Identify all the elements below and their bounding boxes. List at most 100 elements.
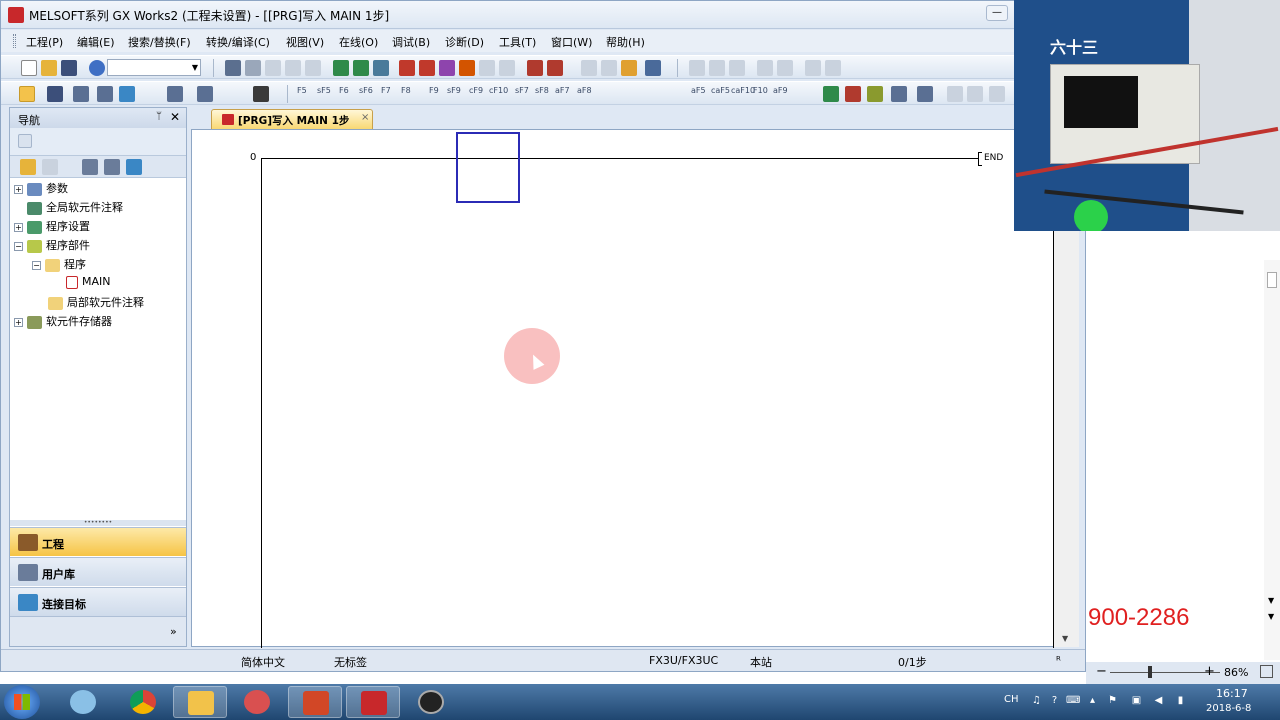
compile-icon[interactable] (333, 60, 349, 76)
tree-item-parameters[interactable]: + 参数 (14, 180, 68, 198)
expand-icon[interactable]: + (14, 184, 23, 194)
background-scrollbar[interactable]: ▼ ▼ (1264, 260, 1280, 660)
menu-diagnostics[interactable]: 诊断(D) (445, 34, 484, 50)
inline-st-label[interactable]: aF9 (773, 86, 788, 95)
device-test-icon[interactable] (547, 60, 563, 76)
compile-all-icon[interactable] (353, 60, 369, 76)
taskbar-camera[interactable] (404, 686, 458, 718)
menu-convert-compile[interactable]: 转换/编译(C) (206, 34, 270, 50)
menu-grip[interactable] (13, 34, 16, 48)
open-folder-icon[interactable] (41, 60, 57, 76)
delete-data-icon[interactable] (42, 159, 58, 175)
end-instruction[interactable]: END (978, 152, 1004, 166)
close-contact-label[interactable]: F6 (339, 86, 349, 95)
tree-item-main[interactable]: MAIN (66, 275, 111, 293)
network-icon[interactable]: ▣ (1130, 694, 1143, 707)
tree-item-program[interactable]: − 程序 (32, 256, 86, 274)
taskbar-chrome[interactable] (116, 686, 170, 718)
ladder-editor[interactable]: 0 END (191, 129, 1079, 648)
title-bar[interactable]: MELSOFT系列 GX Works2 (工程未设置) - [[PRG]写入 M… (1, 1, 1085, 29)
taskbar-gx-works2[interactable] (346, 686, 400, 718)
vline-delete-label[interactable]: cF9 (469, 86, 483, 95)
note-icon[interactable] (777, 60, 793, 76)
more-icon[interactable]: » (170, 625, 177, 638)
line-draw-label[interactable]: cF10 (489, 86, 508, 95)
tree-item-local-comment[interactable]: 局部软元件注释 (48, 294, 144, 312)
menu-window[interactable]: 窗口(W) (551, 34, 592, 50)
comment-icon[interactable] (729, 60, 745, 76)
help-icon[interactable]: ? (1048, 694, 1061, 707)
project-combo[interactable]: ▼ (107, 59, 201, 76)
nav-button-project[interactable]: 工程 (10, 527, 186, 556)
undo-icon[interactable] (285, 60, 301, 76)
open-icon[interactable] (104, 159, 120, 175)
coil-label[interactable]: F7 (381, 86, 391, 95)
ladder-tool-icon[interactable] (891, 86, 907, 102)
menu-online[interactable]: 在线(O) (339, 34, 378, 50)
hline-label[interactable]: F9 (429, 86, 439, 95)
menu-help[interactable]: 帮助(H) (606, 34, 645, 50)
minimize-button[interactable]: — (986, 5, 1008, 21)
taskbar-powerpoint[interactable] (288, 686, 342, 718)
ladder-tool-icon[interactable] (867, 86, 883, 102)
pulse-rising-label[interactable]: aF5 (691, 86, 706, 95)
scroll-thumb[interactable] (1267, 272, 1277, 288)
scroll-down-icon[interactable]: ▼ (1062, 634, 1068, 643)
ladder-tool-icon[interactable] (823, 86, 839, 102)
convert-icon[interactable] (373, 60, 389, 76)
ladder-tool-icon[interactable] (989, 86, 1005, 102)
volume-icon[interactable]: ◀ (1152, 694, 1165, 707)
ladder-cursor[interactable] (456, 132, 520, 203)
ladder-view-icon[interactable] (47, 86, 63, 102)
hline-delete-label[interactable]: sF9 (447, 86, 461, 95)
new-file-icon[interactable] (21, 60, 37, 76)
start-button[interactable] (4, 685, 40, 719)
parallel-falling-label[interactable]: aF8 (577, 86, 592, 95)
parallel-open-contact-label[interactable]: sF5 (317, 86, 331, 95)
statement-icon[interactable] (757, 60, 773, 76)
sort-icon[interactable] (126, 159, 142, 175)
tab-close-icon[interactable]: × (361, 112, 369, 123)
expand-icon[interactable]: + (14, 317, 23, 327)
parallel-close-contact-label[interactable]: sF6 (359, 86, 373, 95)
navigation-icon[interactable] (19, 86, 35, 102)
simulate-icon[interactable] (621, 60, 637, 76)
menu-tools[interactable]: 工具(T) (499, 34, 536, 50)
display-icon[interactable] (825, 60, 841, 76)
falling-edge-label[interactable]: sF8 (535, 86, 549, 95)
sfc-view-icon[interactable] (97, 86, 113, 102)
scroll-down-icon[interactable]: ▼ (1268, 596, 1274, 605)
write-plc-icon[interactable] (399, 60, 415, 76)
monitor-write-icon[interactable] (499, 60, 515, 76)
zoom-slider-thumb[interactable] (1148, 666, 1152, 678)
nav-button-user-library[interactable]: 用户库 (10, 557, 186, 586)
pin-icon[interactable]: ᛘ (156, 111, 162, 122)
collapse-icon[interactable]: − (14, 241, 23, 251)
ladder-tool-icon[interactable] (967, 86, 983, 102)
write-mode-icon[interactable] (253, 86, 269, 102)
window-layout-icon[interactable] (645, 60, 661, 76)
clock-time[interactable]: 16:17 (1216, 687, 1248, 700)
paste-icon[interactable] (265, 60, 281, 76)
expand-icon[interactable]: + (14, 222, 23, 232)
device-list-icon[interactable] (119, 86, 135, 102)
find-icon[interactable] (167, 86, 183, 102)
clock-date[interactable]: 2018-6-8 (1206, 703, 1251, 714)
fit-page-icon[interactable] (1260, 665, 1273, 678)
save-icon[interactable] (61, 60, 77, 76)
taskbar-explorer[interactable] (173, 686, 227, 718)
ime-icon[interactable]: ♫ (1030, 694, 1043, 707)
show-hidden-icons[interactable]: ▴ (1086, 694, 1099, 707)
scroll-page-down-icon[interactable]: ▼ (1268, 612, 1274, 621)
ladder-tool-icon[interactable] (845, 86, 861, 102)
menu-debug[interactable]: 调试(B) (392, 34, 430, 50)
tree-item-global-comment[interactable]: 全局软元件注释 (27, 199, 123, 217)
tree-item-device-memory[interactable]: + 软元件存储器 (14, 313, 112, 331)
signal-icon[interactable]: ▮ (1174, 694, 1187, 707)
read-mode-icon[interactable] (197, 86, 213, 102)
menu-project[interactable]: 工程(P) (26, 34, 63, 50)
parallel-rising-label[interactable]: aF7 (555, 86, 570, 95)
taskbar-app[interactable] (230, 686, 284, 718)
keyboard-icon[interactable]: ⌨ (1066, 694, 1080, 707)
zoom-in-icon[interactable] (689, 60, 705, 76)
